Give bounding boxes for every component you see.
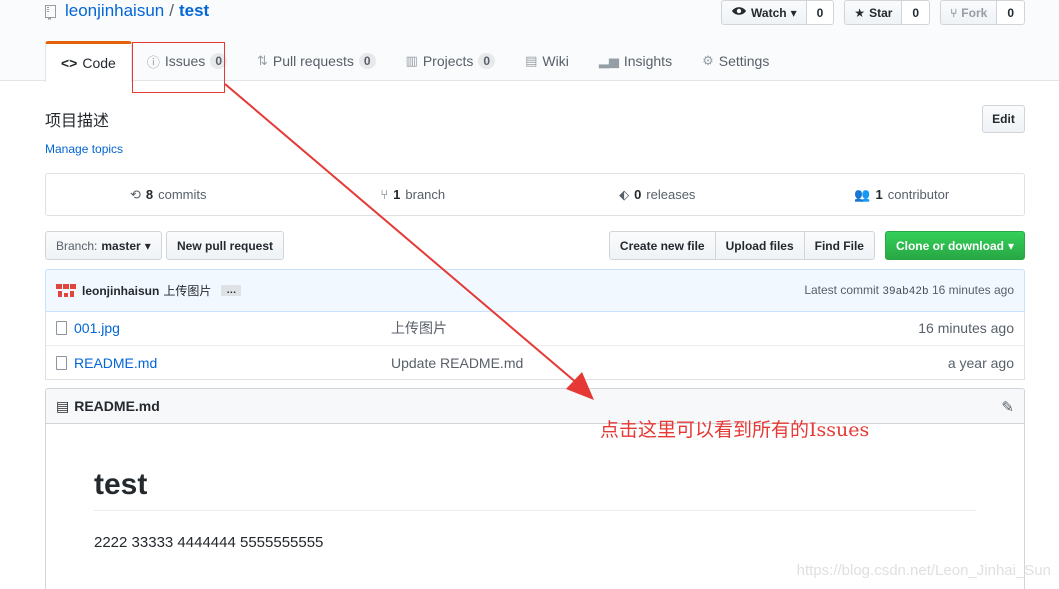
watermark: https://blog.csdn.net/Leon_Jinhai_Sun [796,562,1051,579]
annotation-text: 点击这里可以看到所有的Issues [600,419,870,441]
annotation-arrow [224,83,594,400]
